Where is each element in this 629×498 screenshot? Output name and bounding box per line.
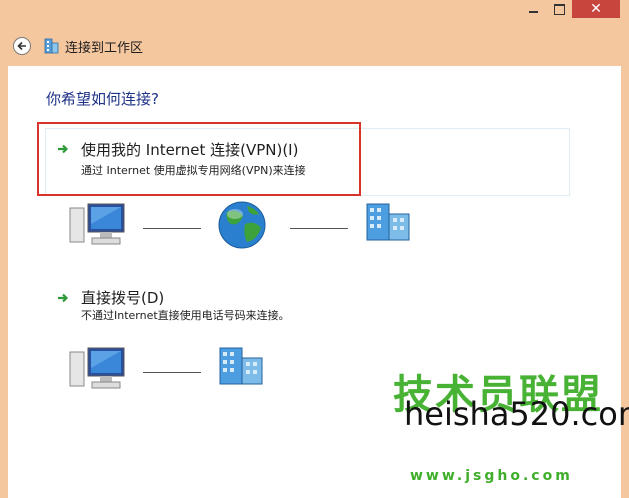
minimize-icon (528, 11, 538, 13)
green-arrow-icon (58, 144, 69, 154)
minimize-button[interactable] (520, 0, 546, 18)
connection-line (143, 372, 201, 373)
connection-line (143, 228, 201, 229)
building-icon (219, 347, 263, 385)
content-panel: 你希望如何连接? 使用我的 Internet 连接(VPN)(I) 通过 Int… (8, 66, 621, 498)
page-heading: 你希望如何连接? (46, 90, 159, 108)
workplace-icon (44, 38, 59, 54)
option-vpn-title[interactable]: 使用我的 Internet 连接(VPN)(I) (81, 139, 298, 160)
window: ✕ 连接到工作区 你希望如何连接? 使用我的 Internet 连接(VPN)(… (0, 0, 629, 498)
option-vpn-description: 通过 Internet 使用虚拟专用网络(VPN)来连接 (81, 164, 306, 177)
back-button[interactable] (13, 37, 31, 55)
watermark-sub: www.jsgho.com (410, 468, 573, 484)
close-button[interactable]: ✕ (572, 0, 620, 18)
title-bar: ✕ (0, 0, 629, 28)
connection-line (290, 228, 348, 229)
maximize-icon (553, 3, 565, 15)
option-dialup-title[interactable]: 直接拨号(D) (81, 287, 164, 308)
globe-icon (218, 201, 266, 249)
computer-icon (69, 203, 125, 245)
nav-bar: 连接到工作区 (0, 28, 629, 66)
watermark-url: heisha520.com (404, 395, 629, 433)
page-title: 连接到工作区 (65, 41, 144, 56)
computer-icon (69, 347, 125, 389)
back-arrow-icon (17, 41, 26, 51)
option-dialup-description: 不通过Internet直接使用电话号码来连接。 (81, 309, 290, 322)
maximize-button[interactable] (546, 0, 572, 18)
green-arrow-icon (58, 293, 69, 303)
close-icon: ✕ (590, 1, 602, 17)
building-icon (366, 203, 410, 241)
